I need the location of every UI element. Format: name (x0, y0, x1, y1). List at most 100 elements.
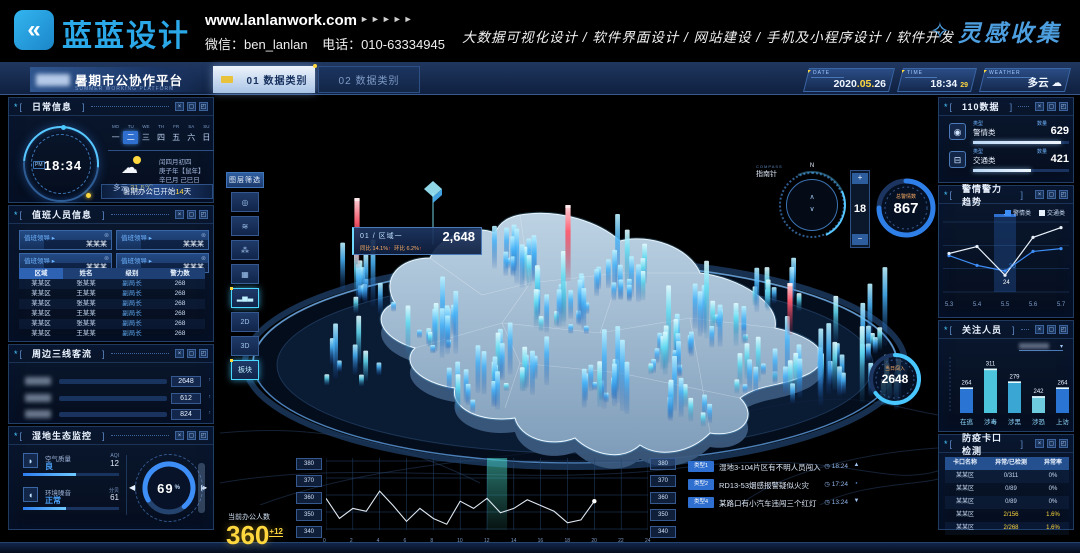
window-icon[interactable]: ▢ (1047, 102, 1056, 111)
x-axis-label: 14 (511, 538, 517, 544)
window-icon[interactable]: ▢ (187, 210, 196, 219)
close-icon[interactable]: × (175, 349, 184, 358)
layer-button-signal[interactable]: ≋ (231, 216, 259, 236)
close-icon[interactable]: × (175, 431, 184, 440)
alert-tag: 类型1 (688, 461, 714, 472)
close-icon[interactable]: × (1035, 102, 1044, 111)
window-icon[interactable]: ▢ (1047, 439, 1056, 448)
expand-icon[interactable]: ◰ (1059, 190, 1068, 199)
cell-rate: 0% (1037, 470, 1069, 483)
expand-icon[interactable]: ◰ (1059, 439, 1068, 448)
dashboard: 暑期市公协作平台 SUMMER WORKING PLATFORM 01 数据类别… (0, 60, 1080, 553)
weekday-cn[interactable]: 二 (123, 131, 138, 144)
close-icon[interactable]: ⊗ (201, 232, 206, 239)
close-icon[interactable]: × (1035, 439, 1044, 448)
weekday-en: TH (153, 124, 168, 129)
bar-chart-icon: ▂▅▃ (237, 294, 253, 302)
column-header[interactable]: 警力数 (155, 268, 205, 279)
qty-label: 数量 (1037, 148, 1047, 155)
close-icon[interactable]: ⊗ (104, 255, 109, 262)
layer-button-location[interactable]: ◎ (231, 192, 259, 212)
close-icon[interactable]: × (1035, 325, 1044, 334)
column-header[interactable]: 级别 (109, 268, 155, 279)
weekday-cn[interactable]: 一 (108, 131, 123, 144)
expand-icon[interactable]: ◰ (199, 210, 208, 219)
weekday-cn[interactable]: 五 (169, 131, 184, 144)
weekday-cn[interactable]: 四 (153, 131, 168, 144)
y-axis-label: 350 (296, 509, 322, 521)
inspiration-collect[interactable]: ✧ 灵感收集 (930, 14, 1062, 48)
alert-scroll-down[interactable]: ▼ (852, 498, 861, 504)
panel-title: 湿地生态监控 (24, 429, 100, 442)
layer-button-blocks[interactable]: 板块 (231, 360, 259, 380)
logo-text[interactable]: 蓝蓝设计 (62, 11, 190, 55)
alert-time: ◷ 17:24 (824, 480, 848, 488)
duty-leader-card[interactable]: 值班领导 ▸⊗某某某 (19, 230, 112, 250)
expand-icon[interactable]: ◰ (199, 349, 208, 358)
alert-list-item[interactable]: 类型2RD13-53烟感报警疑似火灾◷ 17:24 (688, 478, 848, 492)
tab-label: 01 数据类别 (247, 72, 308, 87)
office-24h-chart (326, 458, 648, 536)
expand-icon[interactable]: ◰ (1059, 325, 1068, 334)
air-quality-status: 良 (45, 461, 53, 472)
x-axis-label: 10 (457, 538, 463, 544)
alert-list-item[interactable]: 类型1湿地3-104片区有不明人员闯入◷ 18:24 (688, 460, 848, 474)
y-axis-label: 370 (650, 475, 676, 487)
layer-button-bar-chart[interactable]: ▂▅▃ (231, 288, 259, 308)
collect-label: 灵感收集 (958, 14, 1062, 48)
alert-list-item[interactable]: 类型4某路口有小汽车违闯三个红灯◷ 13:24 (688, 496, 848, 510)
table-cell: 副局长 (109, 289, 155, 299)
table-cell: 张某某 (63, 299, 109, 309)
website-url[interactable]: www.lanlanwork.com (205, 12, 357, 29)
alarm-bar (973, 169, 1069, 172)
close-icon[interactable]: × (1035, 190, 1044, 199)
window-icon[interactable]: ▢ (187, 349, 196, 358)
tab-data-category-2[interactable]: 02 数据类别 (318, 66, 420, 93)
location-icon: ◎ (242, 198, 249, 207)
panel-daily-info: *[日常信息] ×▢◰ PM 18:34 MOTUWETHFRSASU一二三四五… (8, 97, 214, 203)
weekday-cn[interactable]: 六 (184, 131, 199, 144)
panel-passenger-flow: *[周边三线客流] ×▢◰ 2648↑612↑824↑ (8, 344, 214, 424)
siren-icon: ◉ (949, 123, 966, 140)
expand-icon[interactable]: ◰ (199, 431, 208, 440)
zoom-out-button[interactable]: − (852, 234, 868, 245)
compass[interactable]: N ∧ ∨ (779, 172, 845, 238)
close-icon[interactable]: × (175, 102, 184, 111)
zoom-in-button[interactable]: + (852, 173, 868, 184)
duty-leader-card[interactable]: 值班领导 ▸⊗某某某 (116, 230, 209, 250)
window-icon[interactable]: ▢ (1047, 325, 1056, 334)
layer-button-3d[interactable]: 3D (231, 336, 259, 356)
dashboard-screenshot: « 蓝蓝设计 www.lanlanwork.com ►►►►► 微信：ben_l… (0, 0, 1080, 553)
gauge-scrollbar[interactable] (198, 463, 205, 513)
table-cell: 268 (155, 299, 205, 309)
weekday-cn[interactable]: 日 (199, 131, 214, 144)
focus-filter-dropdown[interactable]: ▾ (1019, 343, 1063, 351)
table-cell: 某某区 (19, 299, 63, 309)
alert-scroll-up[interactable]: ▲ (852, 462, 861, 468)
expand-icon[interactable]: ◰ (1059, 102, 1068, 111)
alarm-type-row: ◉类型警情类数量629 (949, 120, 1069, 146)
window-icon[interactable]: ▢ (187, 431, 196, 440)
layer-button-2d[interactable]: 2D (231, 312, 259, 332)
bus-icon: ⊟ (949, 151, 966, 168)
x-axis-label: 16 (538, 538, 544, 544)
column-header[interactable]: 区域 (19, 268, 63, 279)
svg-text:涉毒: 涉毒 (984, 417, 998, 426)
sun-cloud-icon: ☁ (121, 158, 138, 178)
close-icon[interactable]: ⊗ (201, 255, 206, 262)
weather-value: 多云 ☁ (1028, 75, 1062, 90)
lanlan-logo-icon[interactable]: « (14, 10, 54, 50)
svg-text:30: 30 (1009, 264, 1016, 270)
layer-button-building[interactable]: ▦ (231, 264, 259, 284)
layer-button-group[interactable]: ⁂ (231, 240, 259, 260)
window-icon[interactable]: ▢ (187, 102, 196, 111)
tab-data-category-1[interactable]: 01 数据类别 (213, 66, 315, 93)
close-icon[interactable]: × (175, 210, 184, 219)
weather-box: WEATHER 多云 ☁ (979, 68, 1071, 92)
close-icon[interactable]: ⊗ (104, 232, 109, 239)
y-axis-label: 370 (296, 475, 322, 487)
weekday-cn[interactable]: 三 (138, 131, 153, 144)
window-icon[interactable]: ▢ (1047, 190, 1056, 199)
column-header[interactable]: 姓名 (63, 268, 109, 279)
expand-icon[interactable]: ◰ (199, 102, 208, 111)
